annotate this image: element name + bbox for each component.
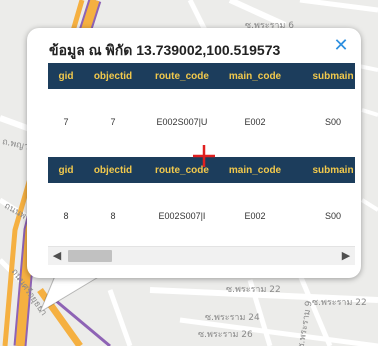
attribute-table-2: gid objectid route_code main_code submai… <box>48 157 355 244</box>
cell-route-code: E002S007|I <box>142 183 222 244</box>
scroll-right-icon[interactable]: ▶ <box>337 247 355 265</box>
horizontal-scrollbar[interactable]: ◀ ▶ <box>48 246 355 265</box>
cell-main-code: E002 <box>222 183 288 244</box>
column-header-gid: gid <box>48 63 84 89</box>
table-row: 8 8 E002S007|I E002 S00 <box>48 183 355 244</box>
column-header-gid: gid <box>48 157 84 183</box>
map-label-street-22b: ซ.พระราม 22 <box>312 298 367 308</box>
cell-submain: S00 <box>288 183 355 244</box>
column-header-main-code: main_code <box>222 157 288 183</box>
cell-objectid: 7 <box>84 89 142 155</box>
column-header-submain: submain <box>288 63 355 89</box>
column-header-objectid: objectid <box>84 157 142 183</box>
cell-gid: 8 <box>48 183 84 244</box>
scroll-left-icon[interactable]: ◀ <box>48 247 66 265</box>
cell-objectid: 8 <box>84 183 142 244</box>
popup-title: ข้อมูล ณ พิกัด 13.739002,100.519573 <box>49 42 281 58</box>
map-label-street-22a: ซ.พระราม 22 <box>226 285 281 295</box>
column-header-submain: submain <box>288 157 355 183</box>
cell-main-code: E002 <box>222 89 288 155</box>
column-header-route-code: route_code <box>142 157 222 183</box>
map-label-street-26: ซ.พระราม 26 <box>198 330 253 340</box>
table-header-row: gid objectid route_code main_code submai… <box>48 63 355 89</box>
map-label-street-24: ซ.พระราม 24 <box>205 313 260 323</box>
cell-submain: S00 <box>288 89 355 155</box>
column-header-route-code: route_code <box>142 63 222 89</box>
table-row: 7 7 E002S007|U E002 S00 <box>48 89 355 155</box>
scrollbar-thumb[interactable] <box>68 250 112 262</box>
cell-route-code: E002S007|U <box>142 89 222 155</box>
column-header-objectid: objectid <box>84 63 142 89</box>
attribute-table-1: gid objectid route_code main_code submai… <box>48 63 355 155</box>
table-header-row: gid objectid route_code main_code submai… <box>48 157 355 183</box>
close-icon[interactable]: ✕ <box>333 36 349 54</box>
column-header-main-code: main_code <box>222 63 288 89</box>
cell-gid: 7 <box>48 89 84 155</box>
info-popup: ข้อมูล ณ พิกัด 13.739002,100.519573 ✕ gi… <box>27 28 361 278</box>
attribute-table-viewport[interactable]: gid objectid route_code main_code submai… <box>48 63 355 244</box>
